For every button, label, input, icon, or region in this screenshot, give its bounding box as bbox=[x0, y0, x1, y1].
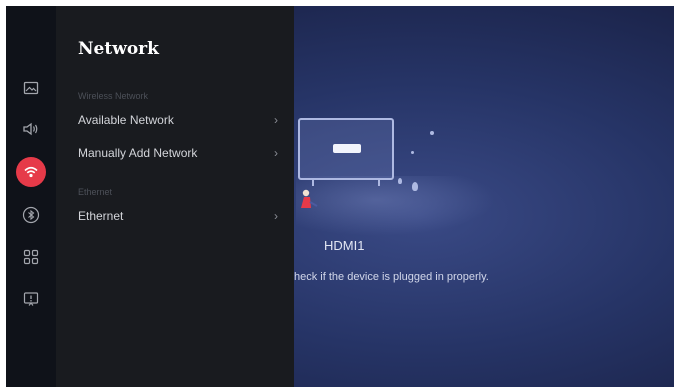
bluetooth-icon[interactable] bbox=[16, 200, 46, 230]
chevron-right-icon: › bbox=[274, 113, 278, 127]
menu-item-ethernet[interactable]: Ethernet › bbox=[78, 205, 278, 227]
support-icon[interactable] bbox=[16, 284, 46, 314]
sparkle-icon bbox=[430, 131, 434, 135]
floor-glow bbox=[296, 176, 496, 236]
network-settings-panel: Network Wireless Network Available Netwo… bbox=[56, 6, 294, 387]
hdmi-port-icon bbox=[333, 144, 361, 153]
network-icon[interactable] bbox=[16, 157, 46, 187]
tv-illustration bbox=[298, 118, 394, 186]
menu-item-label: Available Network bbox=[78, 113, 174, 127]
picture-icon[interactable] bbox=[16, 73, 46, 103]
chevron-right-icon: › bbox=[274, 146, 278, 160]
panel-title: Network bbox=[78, 39, 159, 59]
settings-icon-rail bbox=[6, 6, 56, 387]
section-header-wireless: Wireless Network bbox=[78, 91, 149, 101]
tv-screen: HDMI1 heck if the device is plugged in p… bbox=[6, 6, 674, 387]
sparkle-icon bbox=[411, 151, 414, 154]
plant-icon bbox=[398, 178, 402, 184]
menu-item-available-network[interactable]: Available Network › bbox=[78, 109, 278, 131]
menu-item-label: Ethernet bbox=[78, 209, 124, 223]
apps-icon[interactable] bbox=[16, 242, 46, 272]
no-signal-message: heck if the device is plugged in properl… bbox=[294, 271, 489, 283]
section-header-ethernet: Ethernet bbox=[78, 187, 113, 197]
menu-item-manually-add-network[interactable]: Manually Add Network › bbox=[78, 142, 278, 164]
person-icon bbox=[301, 189, 318, 208]
plant-icon bbox=[412, 182, 418, 191]
source-title: HDMI1 bbox=[324, 238, 365, 253]
sound-icon[interactable] bbox=[16, 114, 46, 144]
chevron-right-icon: › bbox=[274, 209, 278, 223]
menu-item-label: Manually Add Network bbox=[78, 146, 198, 160]
